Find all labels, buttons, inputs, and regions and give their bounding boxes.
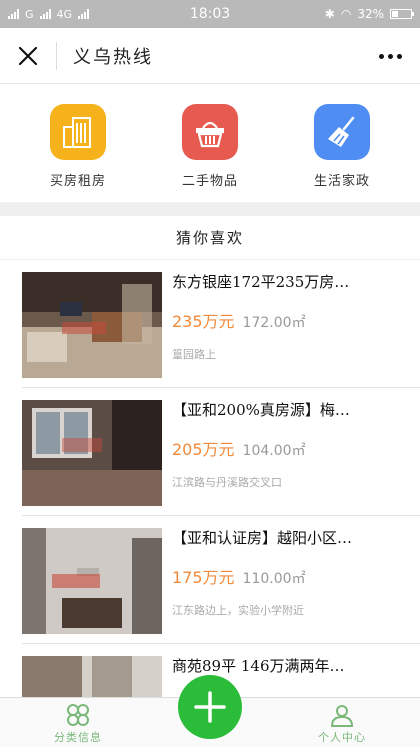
listing-info: 【亚和200%真房源】梅… 205万元 104.00㎡ 江滨路与丹溪路交叉口 <box>172 400 420 515</box>
close-button[interactable] <box>0 28 56 84</box>
listing-item[interactable]: 东方银座172平235万房… 235万元 172.00㎡ 篁园路上 <box>22 260 420 388</box>
category-grid: 买房租房 二手物品 生活家政 <box>0 84 420 202</box>
battery-icon <box>390 9 414 19</box>
bottom-tab-bar: 分类信息 个人中心 <box>0 675 420 747</box>
price-row: 175万元 110.00㎡ <box>172 564 408 588</box>
tab-label: 个人中心 <box>318 731 366 744</box>
listing-location: 江东路边上，实验小学附近 <box>172 604 304 617</box>
price-row: 235万元 172.00㎡ <box>172 308 408 332</box>
listing-list: 东方银座172平235万房… 235万元 172.00㎡ 篁园路上 【亚和200… <box>0 260 420 747</box>
listing-item[interactable]: 【亚和200%真房源】梅… 205万元 104.00㎡ 江滨路与丹溪路交叉口 <box>22 388 420 516</box>
category-housekeeping[interactable]: 生活家政 <box>287 104 397 202</box>
add-post-button[interactable] <box>178 675 242 739</box>
more-dot-icon <box>396 53 402 59</box>
listing-location: 篁园路上 <box>172 348 216 361</box>
tab-categories[interactable]: 分类信息 <box>18 703 138 745</box>
more-dot-icon <box>387 53 393 59</box>
listing-title: 东方银座172平235万房… <box>172 273 350 291</box>
tab-label: 分类信息 <box>54 731 102 744</box>
listing-title: 【亚和200%真房源】梅… <box>172 401 350 419</box>
page-title: 义乌热线 <box>73 46 153 68</box>
price-row: 205万元 104.00㎡ <box>172 436 408 460</box>
section-title: 猜你喜欢 <box>0 216 420 260</box>
broom-icon <box>314 104 370 160</box>
listing-photo <box>22 400 162 506</box>
category-label: 生活家政 <box>313 174 370 189</box>
listing-area: 110.00㎡ <box>242 571 306 587</box>
nav-bar: 义乌热线 <box>0 28 420 84</box>
nav-divider <box>56 41 57 70</box>
close-icon <box>18 46 38 65</box>
listing-price: 235万元 <box>172 312 235 331</box>
category-label: 买房租房 <box>49 174 106 189</box>
plus-icon <box>194 691 226 723</box>
status-bar: G 4G 18:03 ✱ ◠ 32% <box>0 0 420 28</box>
basket-icon <box>182 104 238 160</box>
listing-info: 【亚和认证房】越阳小区… 175万元 110.00㎡ 江东路边上，实验小学附近 <box>172 528 420 643</box>
category-secondhand[interactable]: 二手物品 <box>155 104 265 202</box>
listing-area: 104.00㎡ <box>242 443 306 459</box>
category-housing[interactable]: 买房租房 <box>23 104 133 202</box>
building-icon <box>50 104 106 160</box>
status-time: 18:03 <box>189 6 231 22</box>
listing-title: 【亚和认证房】越阳小区… <box>172 529 353 547</box>
listing-item[interactable]: 【亚和认证房】越阳小区… 175万元 110.00㎡ 江东路边上，实验小学附近 <box>22 516 420 644</box>
listing-photo <box>22 528 162 634</box>
user-icon <box>330 705 354 727</box>
listing-price: 205万元 <box>172 440 235 459</box>
category-label: 二手物品 <box>181 174 238 189</box>
more-button[interactable] <box>374 46 406 66</box>
listing-photo <box>22 272 162 378</box>
listing-price: 175万元 <box>172 568 235 587</box>
listing-info: 东方银座172平235万房… 235万元 172.00㎡ 篁园路上 <box>172 272 420 387</box>
section-gap <box>0 202 420 216</box>
clover-icon <box>67 704 89 726</box>
listing-area: 172.00㎡ <box>242 315 306 331</box>
listing-title: 商苑89平 146万满两年… <box>172 657 345 675</box>
tab-profile[interactable]: 个人中心 <box>282 703 402 745</box>
listing-location: 江滨路与丹溪路交叉口 <box>172 476 282 489</box>
more-dot-icon <box>378 53 384 59</box>
